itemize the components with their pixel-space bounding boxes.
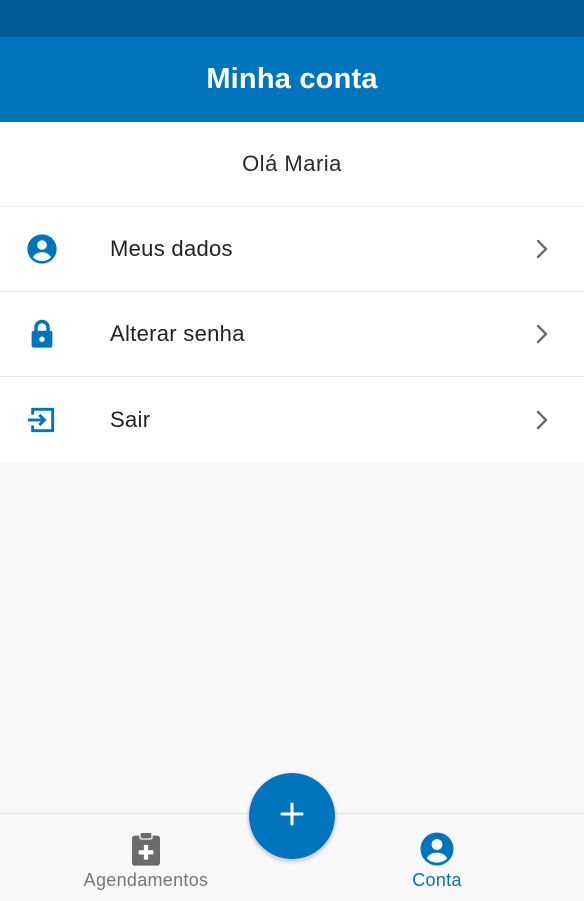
menu-item-label: Sair xyxy=(110,406,151,432)
greeting-row: Olá Maria xyxy=(0,122,584,207)
greeting-text: Olá Maria xyxy=(242,151,342,176)
clipboard-plus-icon xyxy=(127,830,165,868)
menu-item-sair[interactable]: Sair xyxy=(0,377,584,462)
status-bar xyxy=(0,0,584,37)
logout-icon xyxy=(26,404,58,436)
account-circle-icon xyxy=(26,233,58,265)
plus-icon xyxy=(279,801,305,832)
nav-tab-agendamentos[interactable]: Agendamentos xyxy=(74,814,218,901)
account-menu: Meus dados Alterar senha Sair xyxy=(0,207,584,462)
chevron-right-icon xyxy=(534,409,550,431)
add-appointment-button[interactable] xyxy=(249,773,335,859)
chevron-right-icon xyxy=(534,323,550,345)
menu-item-label: Alterar senha xyxy=(110,321,245,346)
nav-label-agendamentos: Agendamentos xyxy=(83,870,209,890)
page-title: Minha conta xyxy=(206,63,378,95)
account-circle-icon xyxy=(418,830,456,868)
nav-label-conta: Conta xyxy=(412,870,462,890)
lock-icon xyxy=(26,318,58,350)
nav-tab-conta[interactable]: Conta xyxy=(377,814,497,901)
menu-item-label: Meus dados xyxy=(110,236,233,261)
menu-item-alterar-senha[interactable]: Alterar senha xyxy=(0,292,584,377)
app-bar: Minha conta xyxy=(0,37,584,122)
chevron-right-icon xyxy=(534,238,550,260)
menu-item-meus-dados[interactable]: Meus dados xyxy=(0,207,584,292)
